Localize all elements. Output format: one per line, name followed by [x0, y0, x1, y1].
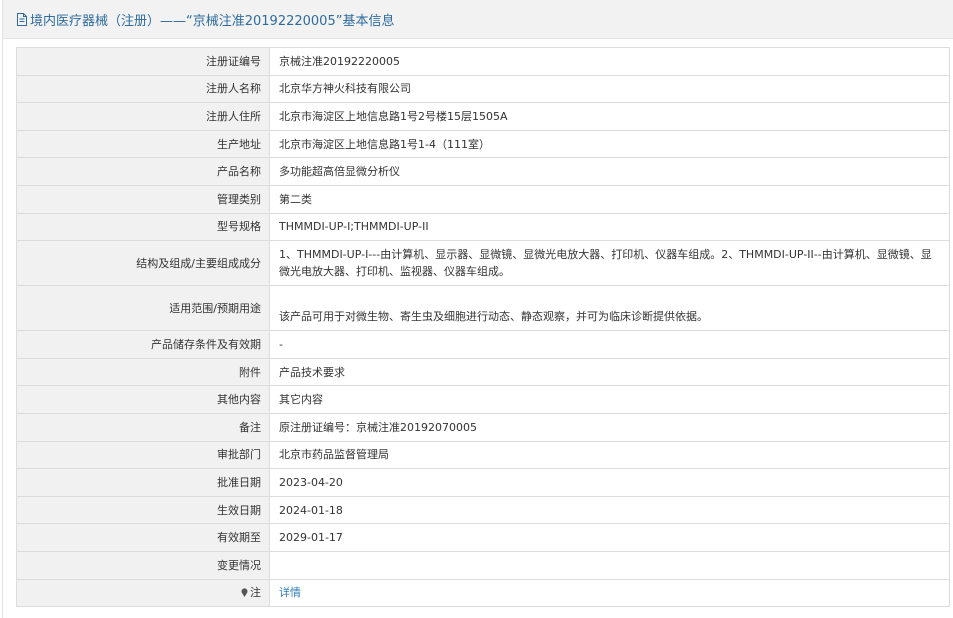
row-value: 京械注准20192220005: [269, 47, 950, 76]
row-value: 北京市药品监督管理局: [269, 440, 950, 470]
table-row: 产品储存条件及有效期 -: [16, 330, 950, 359]
row-value: 其它内容: [269, 385, 950, 414]
page-container: 境内医疗器械（注册）——“京械注准20192220005”基本信息 注册证编号 …: [2, 0, 953, 618]
row-label: 备注: [16, 412, 270, 442]
table-row: 适用范围/预期用途 该产品可用于对微生物、寄生虫及细胞进行动态、静态观察，并可为…: [16, 285, 950, 332]
table-row: 注册人名称 北京华方神火科技有限公司: [16, 74, 950, 104]
row-label: 批准日期: [16, 468, 270, 497]
document-icon: [17, 12, 27, 26]
row-label: 管理类别: [16, 184, 270, 214]
row-value: 1、THMMDI-UP-I---由计算机、显示器、显微镜、显微光电放大器、打印机…: [269, 240, 950, 287]
row-value: 第二类: [269, 184, 950, 214]
row-value: 北京市海淀区上地信息路1号2号楼15层1505A: [269, 102, 950, 131]
table-row: 有效期至 2029-01-17: [16, 523, 950, 552]
row-value: 该产品可用于对微生物、寄生虫及细胞进行动态、静态观察，并可为临床诊断提供依据。: [269, 285, 950, 332]
row-value: 产品技术要求: [269, 357, 950, 387]
row-label: 生效日期: [16, 495, 270, 525]
details-link[interactable]: 详情: [279, 586, 301, 599]
row-label: 注册证编号: [16, 47, 270, 76]
table-row: 附件 产品技术要求: [16, 357, 950, 387]
row-label: 型号规格: [16, 212, 270, 242]
row-value: -: [269, 330, 950, 359]
row-label: 附件: [16, 357, 270, 387]
table-row: 产品名称 多功能超高倍显微分析仪: [16, 157, 950, 186]
row-value: 2029-01-17: [269, 523, 950, 552]
row-value: 北京华方神火科技有限公司: [269, 74, 950, 104]
table-row: 型号规格 THMMDI-UP-I;THMMDI-UP-II: [16, 212, 950, 242]
row-value: 详情: [269, 578, 950, 608]
table-row: 其他内容 其它内容: [16, 385, 950, 414]
table-row: 注册证编号 京械注准20192220005: [16, 47, 950, 76]
row-label: 注册人名称: [16, 74, 270, 104]
row-label: 产品储存条件及有效期: [16, 330, 270, 359]
row-label: 审批部门: [16, 440, 270, 470]
table-row: 备注 原注册证编号：京械注准20192070005: [16, 412, 950, 442]
row-label: 有效期至: [16, 523, 270, 552]
row-value: 原注册证编号：京械注准20192070005: [269, 412, 950, 442]
table-row: 管理类别 第二类: [16, 184, 950, 214]
row-label: 产品名称: [16, 157, 270, 186]
row-value: 2024-01-18: [269, 495, 950, 525]
row-label: 结构及组成/主要组成成分: [16, 240, 270, 287]
row-label: 适用范围/预期用途: [16, 285, 270, 332]
table-row: 变更情况: [16, 550, 950, 580]
table-row: 结构及组成/主要组成成分 1、THMMDI-UP-I---由计算机、显示器、显微…: [16, 240, 950, 287]
row-value: 北京市海淀区上地信息路1号1-4（111室）: [269, 129, 950, 159]
row-value: 2023-04-20: [269, 468, 950, 497]
table-row: 生效日期 2024-01-18: [16, 495, 950, 525]
table-row: 注册人住所 北京市海淀区上地信息路1号2号楼15层1505A: [16, 102, 950, 131]
row-label: 生产地址: [16, 129, 270, 159]
table-row: 审批部门 北京市药品监督管理局: [16, 440, 950, 470]
row-value: THMMDI-UP-I;THMMDI-UP-II: [269, 212, 950, 242]
row-value: [269, 550, 950, 580]
table-row: 批准日期 2023-04-20: [16, 468, 950, 497]
page-header: 境内医疗器械（注册）——“京械注准20192220005”基本信息: [3, 0, 953, 39]
row-value: 多功能超高倍显微分析仪: [269, 157, 950, 186]
note-label: 注: [250, 586, 261, 600]
page-title: 境内医疗器械（注册）——“京械注准20192220005”基本信息: [30, 13, 395, 29]
table-row: 注 详情: [16, 578, 950, 608]
row-label: 其他内容: [16, 385, 270, 414]
pin-icon: [241, 588, 248, 598]
row-label-note: 注: [16, 578, 270, 608]
row-label: 变更情况: [16, 550, 270, 580]
row-label: 注册人住所: [16, 102, 270, 131]
table-row: 生产地址 北京市海淀区上地信息路1号1-4（111室）: [16, 129, 950, 159]
detail-table: 注册证编号 京械注准20192220005 注册人名称 北京华方神火科技有限公司…: [16, 47, 950, 608]
